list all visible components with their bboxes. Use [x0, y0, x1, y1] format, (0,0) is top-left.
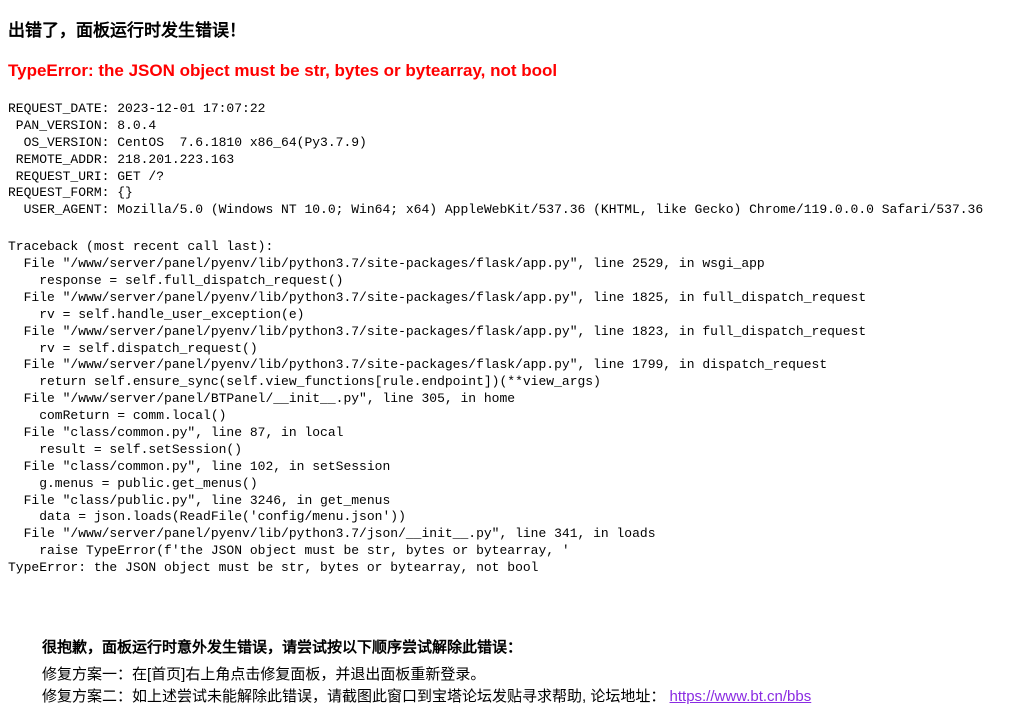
apology-text: 很抱歉，面板运行时意外发生错误，请尝试按以下顺序尝试解除此错误：: [42, 637, 1014, 660]
fix-option-2-prefix: 修复方案二：如上述尝试未能解除此错误，请截图此窗口到宝塔论坛发贴寻求帮助, 论坛…: [42, 688, 665, 705]
forum-link[interactable]: https://www.bt.cn/bbs: [670, 688, 812, 705]
fix-option-1: 修复方案一：在[首页]右上角点击修复面板，并退出面板重新登录。: [42, 664, 1014, 687]
fix-option-2: 修复方案二：如上述尝试未能解除此错误，请截图此窗口到宝塔论坛发贴寻求帮助, 论坛…: [42, 686, 1014, 709]
request-info-block: REQUEST_DATE: 2023-12-01 17:07:22 PAN_VE…: [8, 101, 1014, 219]
error-type-heading: TypeError: the JSON object must be str, …: [8, 61, 1014, 81]
page-title: 出错了，面板运行时发生错误！: [8, 16, 1014, 41]
traceback-block: Traceback (most recent call last): File …: [8, 239, 1014, 577]
footer-section: 很抱歉，面板运行时意外发生错误，请尝试按以下顺序尝试解除此错误： 修复方案一：在…: [42, 637, 1014, 709]
